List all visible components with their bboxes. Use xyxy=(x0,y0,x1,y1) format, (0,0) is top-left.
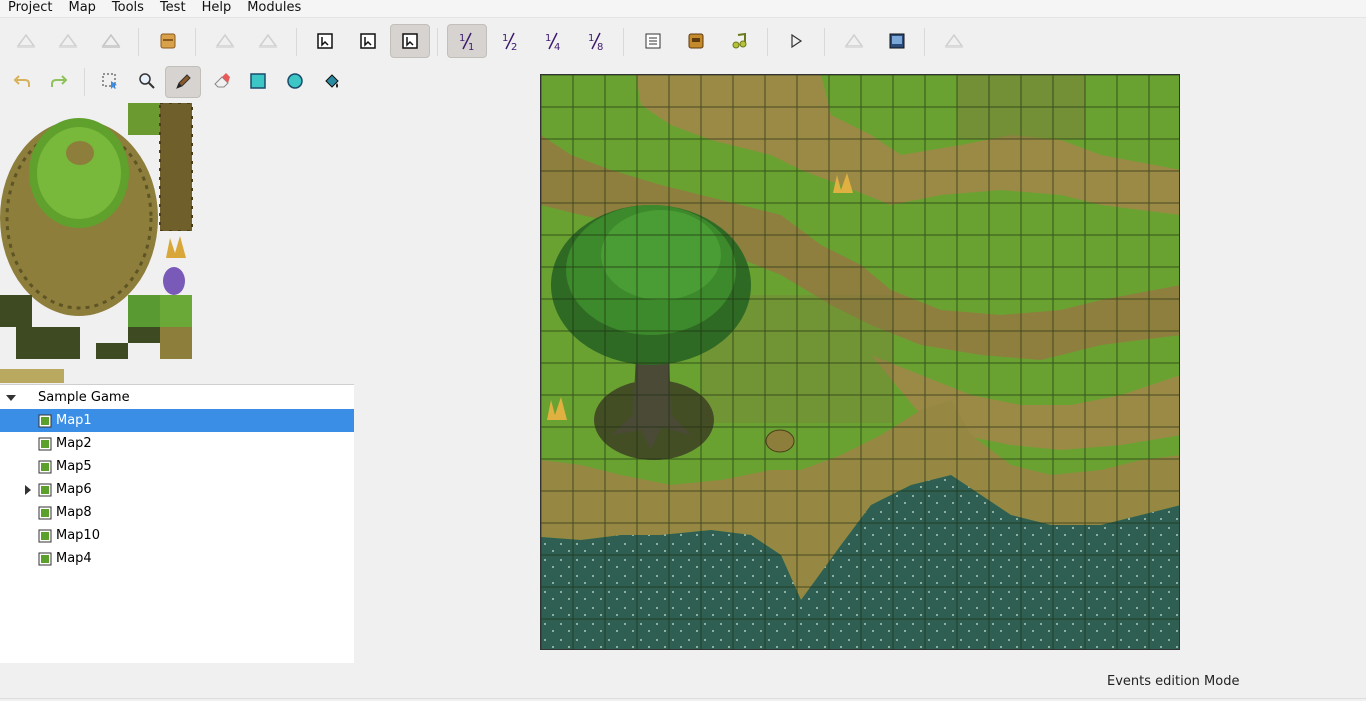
menu-tools[interactable]: Tools xyxy=(104,0,152,18)
tree-item-map8[interactable]: Map8 xyxy=(0,501,354,524)
tree-item-label: Map4 xyxy=(56,551,92,566)
disabled-upload-icon[interactable] xyxy=(91,24,131,58)
map-icon xyxy=(38,506,52,519)
tree-root-label: Sample Game xyxy=(38,390,130,405)
selection-icon[interactable] xyxy=(90,64,130,98)
resource-manager-icon[interactable] xyxy=(676,24,716,58)
map-icon xyxy=(38,414,52,427)
svg-text:8: 8 xyxy=(597,42,603,52)
screen-icon[interactable] xyxy=(877,24,917,58)
layer-1-icon[interactable] xyxy=(305,24,345,58)
tree-item-label: Map5 xyxy=(56,459,92,474)
chevron-down-icon[interactable] xyxy=(5,392,17,404)
svg-text:1: 1 xyxy=(468,42,474,52)
disabled-undo-icon[interactable] xyxy=(205,24,245,58)
disabled-save-icon[interactable] xyxy=(6,24,46,58)
tree-item-label: Map2 xyxy=(56,436,92,451)
pencil-icon[interactable] xyxy=(165,66,201,98)
svg-text:1: 1 xyxy=(545,33,551,44)
tree-item-map2[interactable]: Map2 xyxy=(0,432,354,455)
menubar: Project Map Tools Test Help Modules xyxy=(0,0,1366,18)
tree-item-map10[interactable]: Map10 xyxy=(0,524,354,547)
rectangle-icon[interactable] xyxy=(238,64,278,98)
tree-root[interactable]: Sample Game xyxy=(0,386,354,409)
fill-icon[interactable] xyxy=(312,64,352,98)
sound-test-icon[interactable] xyxy=(720,24,760,58)
disabled-fullscreen-icon[interactable] xyxy=(834,24,874,58)
menu-project[interactable]: Project xyxy=(0,0,60,18)
zoom-1-2-icon[interactable]: 12 xyxy=(490,24,530,58)
tree-item-map4[interactable]: Map4 xyxy=(0,547,354,570)
zoom-1-8-icon[interactable]: 18 xyxy=(576,24,616,58)
svg-text:2: 2 xyxy=(511,42,517,52)
svg-text:4: 4 xyxy=(554,42,560,52)
svg-text:1: 1 xyxy=(459,33,465,44)
tree-item-label: Map8 xyxy=(56,505,92,520)
map-icon xyxy=(38,552,52,565)
menu-modules[interactable]: Modules xyxy=(239,0,309,18)
tree-item-map5[interactable]: Map5 xyxy=(0,455,354,478)
script-editor-icon[interactable] xyxy=(633,24,673,58)
status-mode: Events edition Mode xyxy=(1107,674,1240,689)
main-toolbar: 11 12 14 18 xyxy=(0,22,1366,60)
menu-test[interactable]: Test xyxy=(152,0,194,18)
undo-icon[interactable] xyxy=(2,64,42,98)
map-icon xyxy=(38,460,52,473)
eraser-icon[interactable] xyxy=(202,64,242,98)
map-icon xyxy=(38,437,52,450)
tree-item-label: Map1 xyxy=(56,413,92,428)
tileset-palette[interactable] xyxy=(0,103,193,383)
map-icon xyxy=(38,483,52,496)
zoom-1-1-icon[interactable]: 11 xyxy=(447,24,487,58)
disabled-help-icon[interactable] xyxy=(934,24,974,58)
redo-icon[interactable] xyxy=(39,64,79,98)
layer-2-icon[interactable] xyxy=(348,24,388,58)
drawing-toolbar xyxy=(0,64,354,100)
menu-map[interactable]: Map xyxy=(60,0,103,18)
menu-help[interactable]: Help xyxy=(194,0,240,18)
svg-text:1: 1 xyxy=(588,33,594,44)
zoom-icon[interactable] xyxy=(127,64,167,98)
map-icon xyxy=(38,529,52,542)
layer-3-icon[interactable] xyxy=(390,24,430,58)
tree-item-label: Map10 xyxy=(56,528,100,543)
zoom-1-4-icon[interactable]: 14 xyxy=(533,24,573,58)
disabled-close-icon[interactable] xyxy=(48,24,88,58)
map-canvas[interactable] xyxy=(540,74,1180,650)
circle-icon[interactable] xyxy=(275,64,315,98)
database-icon[interactable] xyxy=(148,24,188,58)
bottom-divider xyxy=(0,698,1366,699)
chevron-right-icon[interactable] xyxy=(22,484,34,496)
tree-item-label: Map6 xyxy=(56,482,92,497)
tree-item-map1[interactable]: Map1 xyxy=(0,409,354,432)
disabled-redo-icon[interactable] xyxy=(248,24,288,58)
play-test-icon[interactable] xyxy=(776,24,816,58)
project-tree: Sample Game Map1 Map2 Map5 Map6 Map8 Map… xyxy=(0,384,354,663)
tree-item-map6[interactable]: Map6 xyxy=(0,478,354,501)
svg-text:1: 1 xyxy=(502,33,508,44)
